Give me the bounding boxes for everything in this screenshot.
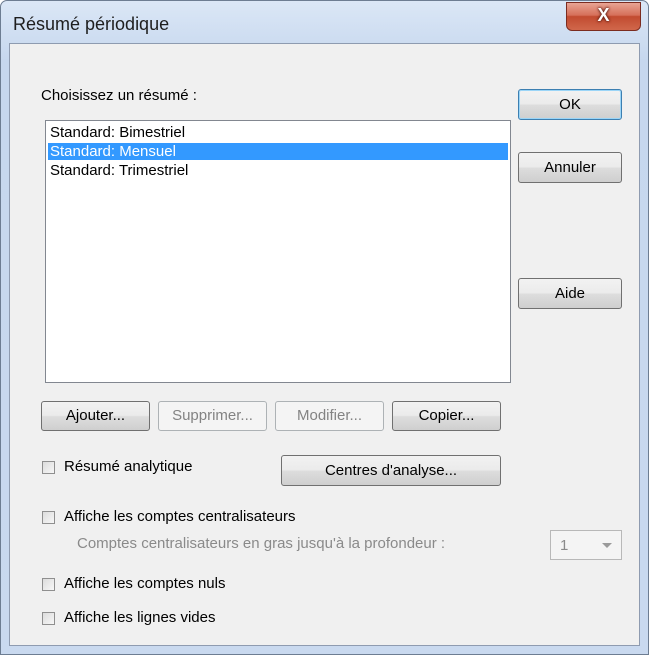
summary-listbox[interactable]: Standard: Bimestriel Standard: Mensuel S… <box>45 120 511 383</box>
analytic-summary-label[interactable]: Résumé analytique <box>64 458 192 475</box>
dialog-window: Résumé périodique X Choisissez un résumé… <box>0 0 649 655</box>
close-button[interactable]: X <box>566 2 641 31</box>
edit-button[interactable]: Modifier... <box>275 401 384 431</box>
copy-button[interactable]: Copier... <box>392 401 501 431</box>
help-button[interactable]: Aide <box>518 278 622 309</box>
close-icon: X <box>597 5 610 25</box>
analytic-summary-checkbox[interactable] <box>42 461 55 474</box>
dialog-client-area: Choisissez un résumé : Standard: Bimestr… <box>9 43 640 646</box>
show-zero-accounts-checkbox[interactable] <box>42 578 55 591</box>
analysis-centers-button[interactable]: Centres d'analyse... <box>281 455 501 486</box>
chevron-down-icon <box>602 543 612 548</box>
show-central-accounts-label[interactable]: Affiche les comptes centralisateurs <box>64 508 296 525</box>
cancel-button[interactable]: Annuler <box>518 152 622 183</box>
list-item-selected[interactable]: Standard: Mensuel <box>48 143 508 160</box>
show-zero-accounts-label[interactable]: Affiche les comptes nuls <box>64 575 225 592</box>
ok-button[interactable]: OK <box>518 89 622 120</box>
title-bar[interactable]: Résumé périodique X <box>1 1 648 43</box>
bold-depth-select[interactable]: 1 <box>550 530 622 560</box>
show-empty-lines-label[interactable]: Affiche les lignes vides <box>64 609 215 626</box>
bold-depth-label: Comptes centralisateurs en gras jusqu'à … <box>77 535 446 552</box>
show-empty-lines-checkbox[interactable] <box>42 612 55 625</box>
add-button[interactable]: Ajouter... <box>41 401 150 431</box>
delete-button[interactable]: Supprimer... <box>158 401 267 431</box>
list-item[interactable]: Standard: Trimestriel <box>48 162 508 179</box>
bold-depth-value: 1 <box>560 537 569 554</box>
list-item[interactable]: Standard: Bimestriel <box>48 124 508 141</box>
window-title: Résumé périodique <box>13 14 170 34</box>
show-central-accounts-checkbox[interactable] <box>42 511 55 524</box>
summary-list-label: Choisissez un résumé : <box>41 87 197 104</box>
